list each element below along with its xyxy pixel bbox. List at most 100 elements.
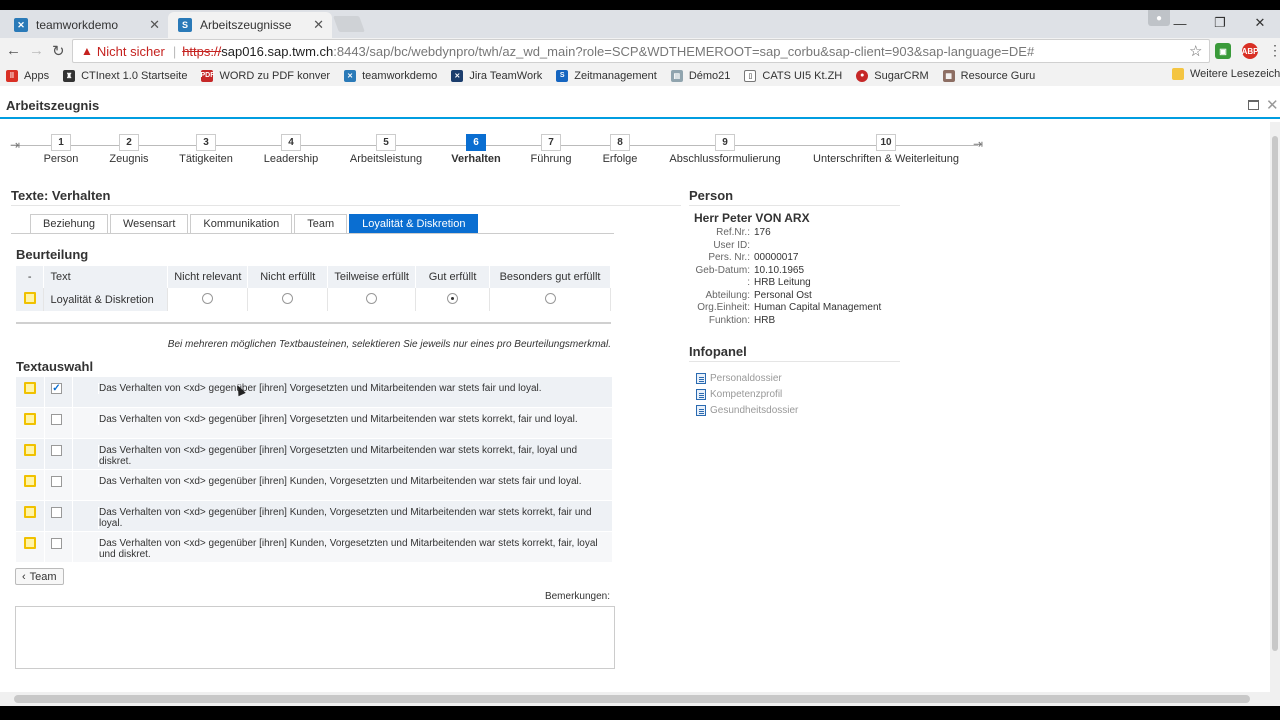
bookmark-jira[interactable]: ✕ Jira TeamWork bbox=[451, 69, 542, 82]
link-gesundheitsdossier[interactable]: Gesundheitsdossier bbox=[696, 402, 798, 418]
forward-arrow-icon[interactable]: → bbox=[29, 42, 44, 59]
text-checkbox[interactable]: ✓ bbox=[51, 383, 62, 394]
step-number: 4 bbox=[281, 134, 301, 151]
close-tab-icon[interactable]: ✕ bbox=[149, 17, 160, 33]
text-checkbox[interactable] bbox=[51, 414, 62, 425]
person-field: Org.Einheit: Human Capital Management bbox=[694, 302, 914, 315]
column-header[interactable]: Besonders gut erfüllt bbox=[489, 266, 611, 288]
window-close-icon[interactable]: ✕ bbox=[1240, 10, 1280, 36]
field-value: HRB Leitung bbox=[754, 277, 811, 288]
new-tab-button[interactable] bbox=[333, 16, 365, 32]
spacer-cell bbox=[72, 408, 92, 438]
bookmark-sugarcrm[interactable]: ● SugarCRM bbox=[856, 69, 929, 82]
bookmark-folder-more[interactable]: Weitere Lesezeichen bbox=[1172, 68, 1280, 80]
security-label: Nicht sicher bbox=[96, 43, 165, 59]
horizontal-scrollbar[interactable] bbox=[0, 692, 1280, 706]
scrollbar-thumb[interactable] bbox=[14, 695, 1250, 703]
list-item[interactable]: Das Verhalten von <xd> gegenüber [ihren]… bbox=[16, 439, 612, 470]
list-item[interactable]: Das Verhalten von <xd> gegenüber [ihren]… bbox=[16, 408, 612, 439]
link-personaldossier[interactable]: Personaldossier bbox=[696, 370, 798, 386]
subtab-loyalitaet-diskretion[interactable]: Loyalität & Diskretion bbox=[349, 214, 479, 233]
column-header[interactable]: Text bbox=[43, 266, 169, 288]
text-checkbox[interactable] bbox=[51, 476, 62, 487]
menu-dots-icon[interactable]: ⋮ bbox=[1268, 42, 1280, 59]
column-header[interactable]: Gut erfüllt bbox=[415, 266, 491, 288]
text-checkbox[interactable] bbox=[51, 445, 62, 456]
row-text: Loyalität & Diskretion bbox=[43, 288, 169, 311]
field-label: : bbox=[747, 277, 750, 288]
checkbox-cell bbox=[44, 408, 72, 438]
sugarcrm-icon: ● bbox=[856, 69, 869, 82]
radio-nicht-relevant[interactable] bbox=[202, 292, 214, 304]
subtab-team[interactable]: Team bbox=[294, 214, 348, 233]
radio-besonders-gut-erfuellt[interactable] bbox=[544, 292, 556, 304]
text-checkbox[interactable] bbox=[51, 538, 62, 549]
browser-tab-teamworkdemo[interactable]: ✕ teamworkdemo ✕ bbox=[4, 12, 168, 38]
url-bar[interactable]: ▲ Nicht sicher | https:// sap016.sap.twm… bbox=[72, 39, 1210, 63]
step-number: 9 bbox=[715, 134, 735, 151]
maximize-icon[interactable] bbox=[1248, 100, 1259, 110]
column-header[interactable]: Teilweise erfüllt bbox=[327, 266, 417, 288]
list-item[interactable]: Das Verhalten von <xd> gegenüber [ihren]… bbox=[16, 470, 612, 501]
column-header[interactable]: - bbox=[16, 266, 45, 288]
back-to-team-button[interactable]: ‹ Team bbox=[15, 568, 64, 585]
roadmap-step-abschlussformulierung[interactable]: 9 Abschlussformulierung bbox=[655, 134, 795, 165]
bookmark-zeitmanagement[interactable]: S Zeitmanagement bbox=[556, 69, 657, 82]
link-kompetenzprofil[interactable]: Kompetenzprofil bbox=[696, 386, 798, 402]
status-cell bbox=[16, 532, 44, 562]
separator: | bbox=[172, 43, 177, 59]
adblock-icon[interactable]: ABP bbox=[1242, 43, 1258, 59]
bookmark-cats[interactable]: ▯ CATS UI5 Kt.ZH bbox=[744, 69, 842, 82]
text-option: Das Verhalten von <xd> gegenüber [ihren]… bbox=[98, 538, 610, 560]
restore-icon[interactable]: ❐ bbox=[1200, 10, 1240, 36]
bookmark-word-pdf[interactable]: PDF WORD zu PDF konver bbox=[200, 69, 330, 82]
browser-tab-arbeitszeugnisse[interactable]: S Arbeitszeugnisse ✕ bbox=[168, 12, 332, 38]
radio-cell bbox=[167, 288, 249, 311]
subtab-wesensart[interactable]: Wesensart bbox=[110, 214, 189, 233]
checkbox-cell bbox=[44, 501, 72, 531]
close-icon[interactable]: ✕ bbox=[1266, 96, 1279, 114]
step-label: Abschlussformulierung bbox=[669, 153, 781, 165]
subtab-kommunikation[interactable]: Kommunikation bbox=[190, 214, 293, 233]
column-header[interactable]: Nicht relevant bbox=[167, 266, 249, 288]
browser-tab-title: teamworkdemo bbox=[36, 18, 119, 32]
text-checkbox[interactable] bbox=[51, 507, 62, 518]
document-icon bbox=[696, 388, 706, 400]
bookmark-ctinext[interactable]: ♜ CTInext 1.0 Startseite bbox=[63, 69, 187, 82]
bookmark-label: Démo21 bbox=[688, 69, 731, 82]
minimize-icon[interactable]: — bbox=[1160, 10, 1200, 36]
status-flag-icon bbox=[24, 382, 36, 394]
bookmark-star-icon[interactable]: ☆ bbox=[1189, 42, 1202, 60]
scrollbar-thumb[interactable] bbox=[1272, 136, 1278, 651]
apps-grid-icon: ⠿ bbox=[6, 69, 18, 82]
link-label: Kompetenzprofil bbox=[710, 388, 783, 400]
list-item[interactable]: Das Verhalten von <xd> gegenüber [ihren]… bbox=[16, 501, 612, 532]
bookmark-resource-guru[interactable]: ▦ Resource Guru bbox=[942, 69, 1035, 82]
radio-nicht-erfuellt[interactable] bbox=[282, 292, 294, 304]
status-flag-icon bbox=[24, 537, 36, 549]
subtab-beziehung[interactable]: Beziehung bbox=[30, 214, 108, 233]
vertical-scrollbar[interactable] bbox=[1270, 122, 1280, 692]
close-tab-icon[interactable]: ✕ bbox=[313, 17, 324, 33]
remarks-textarea[interactable] bbox=[15, 606, 615, 669]
extension-icon[interactable]: ▣ bbox=[1215, 43, 1231, 59]
radio-teilweise-erfuellt[interactable] bbox=[366, 292, 378, 304]
teamwork-icon: ✕ bbox=[14, 18, 28, 32]
status-flag-icon bbox=[24, 413, 36, 425]
bookmark-teamworkdemo[interactable]: ✕ teamworkdemo bbox=[344, 69, 437, 82]
status-cell bbox=[16, 377, 44, 407]
step-number: 5 bbox=[376, 134, 396, 151]
back-arrow-icon[interactable]: ← bbox=[6, 42, 21, 59]
list-item[interactable]: ✓ Das Verhalten von <xd> gegenüber [ihre… bbox=[16, 377, 612, 408]
list-item[interactable]: Das Verhalten von <xd> gegenüber [ihren]… bbox=[16, 532, 612, 563]
bookmark-apps[interactable]: ⠿ Apps bbox=[6, 69, 49, 82]
bookmark-demo21[interactable]: ▤ Démo21 bbox=[670, 69, 731, 82]
reload-icon[interactable]: ↻ bbox=[52, 42, 65, 60]
roadmap-step-unterschriften[interactable]: 10 Unterschriften & Weiterleitung bbox=[813, 134, 959, 165]
folder-icon bbox=[1172, 68, 1184, 80]
person-field: Geb-Datum: 10.10.1965 bbox=[694, 265, 914, 278]
column-header[interactable]: Nicht erfüllt bbox=[247, 266, 329, 288]
checkbox-cell bbox=[44, 532, 72, 562]
subtab-divider bbox=[11, 233, 614, 234]
radio-gut-erfuellt[interactable] bbox=[447, 292, 459, 304]
